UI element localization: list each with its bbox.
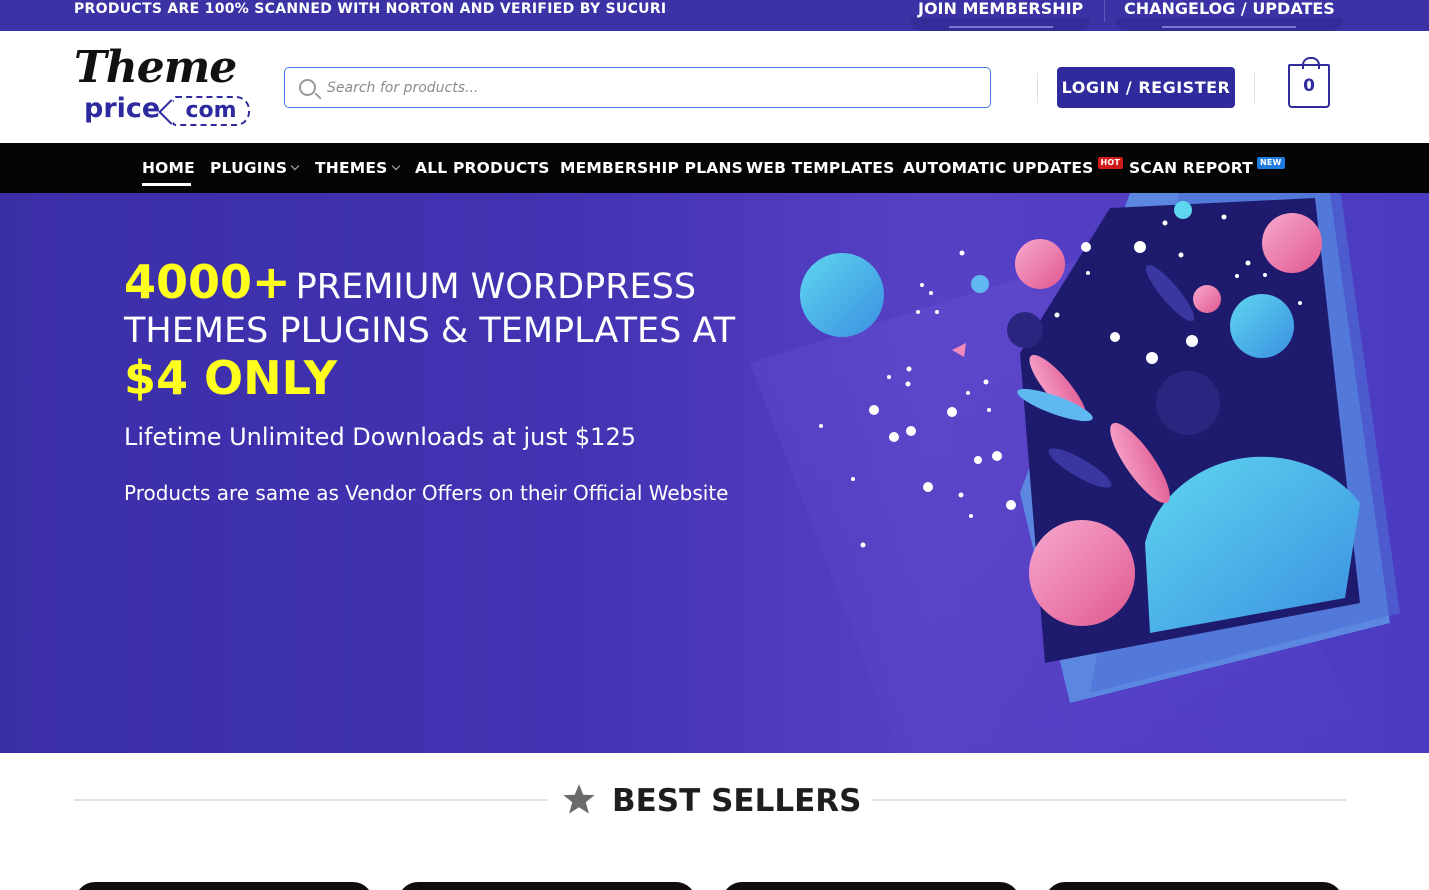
floating-orb [800,253,884,337]
floating-orb [971,275,989,293]
link-tab-shape [910,18,1092,31]
hero-price-highlight: $4 ONLY [124,351,338,405]
top-announcement-bar: PRODUCTS ARE 100% SCANNED WITH NORTON AN… [0,0,1429,31]
link-tab-shape [1116,18,1343,31]
site-header: Theme price com LOGIN / REGISTER 0 [0,31,1429,143]
nav-item-label: ALL PRODUCTS [415,159,550,177]
screen-orb [1156,371,1220,435]
cart-count: 0 [1303,76,1315,96]
search-input[interactable] [327,76,967,100]
product-card[interactable] [75,882,373,890]
changelog-link[interactable]: CHANGELOG / UPDATES [1116,0,1343,31]
hero-headline-line2: THEMES PLUGINS & TEMPLATES AT [124,311,736,351]
floating-orb [1029,520,1135,626]
nav-item-label: HOME [142,159,195,177]
header-divider [1254,73,1255,103]
nav-item-plugins[interactable]: PLUGINS [210,157,300,179]
hero-banner: 4000+ PREMIUM WORDPRESS THEMES PLUGINS &… [0,193,1429,753]
link-underline [1162,26,1297,28]
hero-subtitle: Lifetime Unlimited Downloads at just $12… [124,423,636,451]
screen-orb [1015,239,1065,289]
active-nav-indicator [142,183,191,186]
main-navigation: HOME PLUGINS THEMES ALL PRODUCTS MEMBERS… [0,143,1429,193]
topbar-divider [1104,0,1105,22]
nav-item-membership-plans[interactable]: MEMBERSHIP PLANS [560,157,743,179]
hero-headline-line1: 4000+ PREMIUM WORDPRESS [124,255,696,309]
nav-item-label: WEB TEMPLATES [746,159,895,177]
changelog-label: CHANGELOG / UPDATES [1124,0,1335,18]
chevron-down-icon [391,161,400,171]
new-badge: NEW [1256,157,1285,169]
logo-wordmark-bottom: price [84,93,161,124]
product-card[interactable] [1045,882,1343,890]
logo-tag: com [172,96,250,126]
announcement-text: PRODUCTS ARE 100% SCANNED WITH NORTON AN… [74,1,667,17]
screen-orb [1007,312,1043,348]
section-divider-right [872,799,1346,801]
hero-note: Products are same as Vendor Offers on th… [124,481,729,505]
nav-item-automatic-updates[interactable]: AUTOMATIC UPDATES HOT [903,157,1124,179]
screen-orb [1262,213,1322,273]
product-card[interactable] [398,882,696,890]
cart-button[interactable]: 0 [1288,57,1330,108]
nav-item-label: MEMBERSHIP PLANS [560,159,744,177]
link-underline [948,26,1053,28]
header-divider [1037,73,1038,103]
logo-wordmark-top: Theme [74,42,237,93]
screen-orb [1174,201,1192,219]
search-icon[interactable] [299,79,316,96]
star-icon [563,784,595,814]
screen-orb [1230,294,1294,358]
site-logo[interactable]: Theme price com [74,43,256,129]
chevron-down-icon [291,161,300,171]
join-membership-label: JOIN MEMBERSHIP [918,0,1084,18]
nav-item-scan-report[interactable]: SCAN REPORT NEW [1129,157,1285,179]
nav-item-home[interactable]: HOME [142,157,195,179]
nav-item-label: SCAN REPORT [1129,159,1253,177]
hero-headline-text: PREMIUM WORDPRESS [295,267,697,307]
screen-orb [1193,285,1221,313]
login-register-button[interactable]: LOGIN / REGISTER [1057,67,1235,108]
product-search [284,67,991,108]
product-card[interactable] [722,882,1020,890]
hero-product-count: 4000+ [124,255,291,309]
join-membership-link[interactable]: JOIN MEMBERSHIP [910,0,1092,31]
nav-item-themes[interactable]: THEMES [315,157,400,179]
nav-item-all-products[interactable]: ALL PRODUCTS [415,157,550,179]
nav-item-label: THEMES [315,159,388,177]
nav-item-label: PLUGINS [210,159,288,177]
best-sellers-heading: BEST SELLERS [612,783,862,819]
nav-item-label: AUTOMATIC UPDATES [903,159,1094,177]
nav-item-web-templates[interactable]: WEB TEMPLATES [746,157,894,179]
section-divider-left [74,799,548,801]
hot-badge: HOT [1097,157,1124,169]
